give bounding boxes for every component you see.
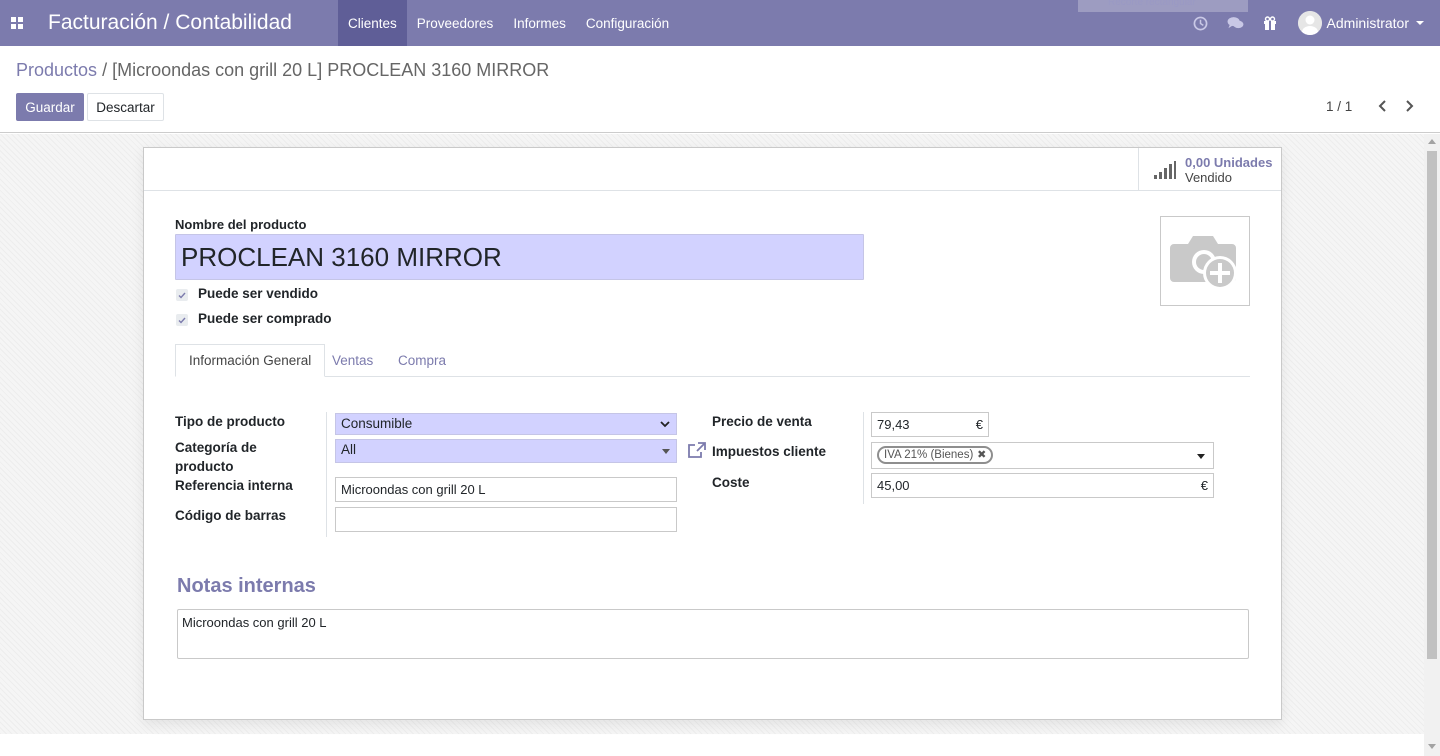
vertical-scrollbar[interactable]: [1424, 134, 1440, 756]
apps-menu-icon[interactable]: [0, 0, 34, 46]
save-button[interactable]: Guardar: [16, 93, 84, 121]
sold-label: Vendido: [1185, 169, 1232, 185]
chat-icon[interactable]: [1218, 0, 1253, 46]
menu-informes[interactable]: Informes: [503, 0, 576, 46]
tax-tag-label: IVA 21% (Bienes): [884, 449, 974, 461]
user-menu[interactable]: Administrator: [1297, 11, 1424, 35]
customer-taxes-input[interactable]: IVA 21% (Bienes) ✖: [871, 442, 1214, 469]
internal-reference-label: Referencia interna: [175, 478, 293, 493]
notebook-tabs: Información General Ventas Compra: [175, 344, 1250, 377]
pager-previous-icon[interactable]: [1372, 96, 1392, 116]
can-be-purchased-label: Puede ser comprado: [198, 311, 332, 326]
breadcrumb: Productos / [Microondas con grill 20 L] …: [16, 60, 549, 81]
barcode-input[interactable]: [335, 507, 677, 532]
camera-plus-icon: [1170, 236, 1237, 290]
internal-reference-input[interactable]: Microondas con grill 20 L: [335, 477, 677, 502]
product-type-label: Tipo de producto: [175, 414, 285, 429]
chevron-down-icon: [660, 421, 670, 428]
pager-next-icon[interactable]: [1399, 96, 1419, 116]
top-navbar: Facturación / Contabilidad Clientes Prov…: [0, 0, 1440, 46]
internal-notes-title: Notas internas: [177, 575, 316, 597]
can-be-sold-label: Puede ser vendido: [198, 286, 319, 301]
sale-price-currency: €: [975, 417, 983, 432]
menu-clientes[interactable]: Clientes: [337, 0, 407, 46]
caret-down-icon: [662, 449, 670, 454]
user-name: Administrator: [1326, 15, 1409, 31]
product-category-value: All: [341, 442, 357, 457]
menu-proveedores[interactable]: Proveedores: [407, 0, 504, 46]
sale-price-value: 79,43: [877, 417, 910, 432]
scrollbar-thumb[interactable]: [1427, 151, 1437, 659]
app-title[interactable]: Facturación / Contabilidad: [48, 11, 292, 35]
tab-ventas[interactable]: Ventas: [319, 344, 386, 377]
pager-value: 1 / 1: [1326, 99, 1353, 114]
gift-icon[interactable]: [1253, 0, 1288, 46]
customer-taxes-label: Impuestos cliente: [712, 444, 827, 459]
breadcrumb-productos-link[interactable]: Productos: [16, 60, 97, 80]
sale-price-input[interactable]: 79,43 €: [871, 412, 989, 437]
navbar-systray: Administrator: [1183, 0, 1424, 46]
product-category-label: Categoría de producto: [175, 440, 257, 474]
clock-icon[interactable]: [1183, 0, 1218, 46]
product-type-select[interactable]: Consumible: [335, 413, 677, 435]
sale-price-label: Precio de venta: [712, 414, 812, 429]
product-name-input[interactable]: PROCLEAN 3160 MIRROR: [175, 234, 864, 280]
discard-button[interactable]: Descartar: [87, 93, 164, 121]
button-box: 0,00 Unidades Vendido: [144, 148, 1281, 191]
product-name-label: Nombre del producto: [175, 217, 307, 232]
barcode-label: Código de barras: [175, 508, 287, 523]
caret-down-icon[interactable]: [1197, 454, 1205, 459]
sold-stat-button[interactable]: 0,00 Unidades Vendido: [1138, 148, 1281, 191]
control-panel: Productos / [Microondas con grill 20 L] …: [0, 46, 1440, 133]
field-separator: [326, 412, 327, 537]
cost-value: 45,00: [877, 478, 910, 493]
product-image-upload[interactable]: [1160, 216, 1250, 306]
form-sheet: 0,00 Unidades Vendido Nombre del product…: [143, 147, 1282, 720]
cost-label: Coste: [712, 475, 750, 490]
chevron-down-icon: [1416, 21, 1424, 25]
breadcrumb-current: [Microondas con grill 20 L] PROCLEAN 316…: [112, 60, 550, 80]
internal-notes-textarea[interactable]: Microondas con grill 20 L: [177, 609, 1249, 659]
bottom-strip: [0, 734, 1424, 756]
close-icon[interactable]: ✖: [977, 448, 986, 462]
field-separator: [863, 412, 864, 504]
product-category-select[interactable]: All: [335, 439, 677, 463]
cost-currency: €: [1200, 478, 1208, 493]
cost-input[interactable]: 45,00 €: [871, 473, 1214, 498]
can-be-purchased-checkbox[interactable]: [176, 314, 188, 326]
tab-compra[interactable]: Compra: [385, 344, 459, 377]
product-type-value: Consumible: [341, 416, 413, 431]
external-link-icon[interactable]: [688, 442, 707, 459]
avatar: [1297, 11, 1322, 35]
tab-informacion-general[interactable]: Información General: [175, 344, 326, 377]
breadcrumb-separator: /: [102, 60, 108, 80]
scroll-down-arrow-icon[interactable]: [1428, 744, 1436, 749]
menu-configuracion[interactable]: Configuración: [576, 0, 679, 46]
tax-tag: IVA 21% (Bienes) ✖: [877, 446, 994, 464]
sold-quantity: 0,00 Unidades: [1185, 154, 1273, 170]
signal-bars-icon: [1154, 160, 1176, 179]
scroll-up-arrow-icon[interactable]: [1428, 139, 1436, 144]
can-be-sold-checkbox[interactable]: [176, 289, 188, 301]
